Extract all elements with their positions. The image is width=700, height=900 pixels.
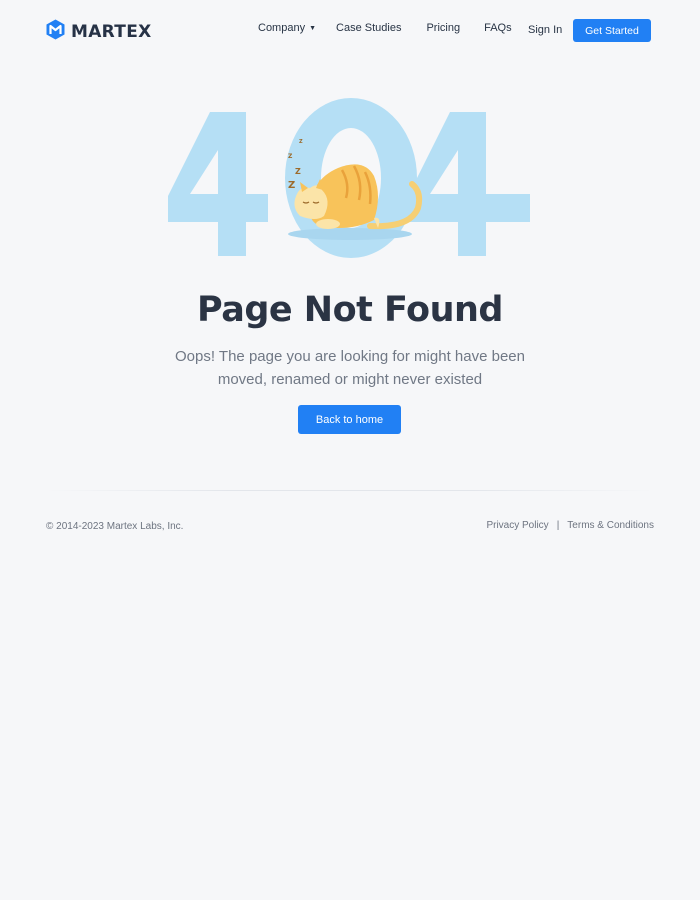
footer-links: Privacy Policy | Terms & Conditions: [486, 520, 654, 531]
footer-divider: [46, 490, 654, 491]
svg-text:Z: Z: [299, 139, 303, 145]
digit-4-right: [408, 112, 530, 256]
nav-item-label: Case Studies: [336, 22, 402, 34]
martex-logo-icon: [46, 19, 65, 45]
digit-4-left: [168, 112, 268, 256]
back-to-home-button[interactable]: Back to home: [298, 405, 401, 434]
page-title: Page Not Found: [197, 290, 503, 330]
svg-text:Z: Z: [295, 167, 301, 176]
main-nav: Company ▼ Case Studies Pricing FAQs: [258, 22, 512, 34]
nav-item-label: Pricing: [426, 22, 461, 34]
hero-404: Z Z Z Z: [160, 88, 540, 268]
caret-down-icon: ▼: [309, 24, 317, 32]
footer-separator: |: [556, 520, 560, 531]
nav-item-pricing[interactable]: Pricing: [426, 22, 460, 34]
terms-conditions-link[interactable]: Terms & Conditions: [567, 520, 654, 531]
svg-text:Z: Z: [288, 180, 295, 191]
sign-in-link[interactable]: Sign In: [528, 24, 562, 36]
svg-text:Z: Z: [288, 153, 293, 160]
copyright-text: © 2014-2023 Martex Labs, Inc.: [46, 521, 184, 532]
site-header: MARTEX Company ▼ Case Studies Pricing FA…: [0, 0, 700, 60]
brand-logo[interactable]: MARTEX: [46, 19, 152, 45]
nav-item-company[interactable]: Company ▼: [258, 22, 316, 34]
privacy-policy-link[interactable]: Privacy Policy: [486, 520, 548, 531]
nav-item-label: Company: [258, 22, 306, 34]
nav-item-case-studies[interactable]: Case Studies: [336, 22, 401, 34]
page: MARTEX Company ▼ Case Studies Pricing FA…: [0, 0, 700, 900]
nav-item-faqs[interactable]: FAQs: [484, 22, 512, 34]
error-description: Oops! The page you are looking for might…: [175, 348, 525, 388]
nav-item-label: FAQs: [484, 22, 512, 34]
brand-name: MARTEX: [71, 22, 152, 42]
get-started-button[interactable]: Get Started: [573, 19, 651, 42]
